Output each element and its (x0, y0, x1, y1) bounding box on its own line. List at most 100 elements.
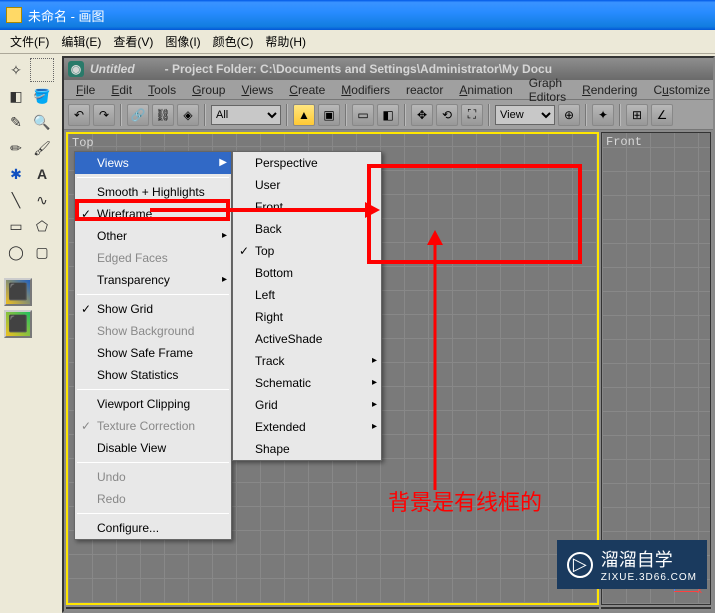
cm-edged: Edged Faces (75, 247, 231, 269)
inner-titlebar: ◉ Untitled - Project Folder: C:\Document… (64, 58, 713, 80)
cm-undo: Undo (75, 466, 231, 488)
vp-top-label: Top (72, 136, 94, 150)
cm-smooth[interactable]: Smooth + Highlights (75, 181, 231, 203)
fill-icon[interactable]: 🪣 (30, 84, 54, 108)
cm-wireframe[interactable]: ✓Wireframe (75, 203, 231, 225)
sm-shape[interactable]: Shape (233, 438, 381, 460)
m-group[interactable]: Group (184, 83, 233, 97)
pivot-icon[interactable]: ⊕ (558, 104, 580, 126)
bind-icon[interactable]: ◈ (177, 104, 199, 126)
sm-bottom[interactable]: Bottom (233, 262, 381, 284)
m-graph[interactable]: Graph Editors (521, 76, 574, 104)
rotate-icon[interactable]: ⟲ (436, 104, 458, 126)
menu-file[interactable]: 文件(F) (4, 31, 55, 52)
m-file[interactable]: File (68, 83, 103, 97)
refcoord-dropdown[interactable]: View (495, 105, 555, 125)
cm-configure[interactable]: Configure... (75, 517, 231, 539)
brush-icon[interactable]: 🖌 (30, 136, 54, 160)
sm-perspective[interactable]: Perspective (233, 152, 381, 174)
picker-icon[interactable]: ✎ (4, 110, 28, 134)
fill-opt2-icon[interactable]: ⬛ (4, 310, 32, 338)
sm-front[interactable]: Front (233, 196, 381, 218)
m-reactor[interactable]: reactor (398, 83, 451, 97)
sm-left[interactable]: Left (233, 284, 381, 306)
select-icon[interactable]: ▲ (293, 104, 315, 126)
menu-color[interactable]: 颜色(C) (207, 31, 260, 52)
rect-icon[interactable]: ▭ (4, 214, 28, 238)
link-icon[interactable]: 🔗 (127, 104, 149, 126)
sm-activeshade[interactable]: ActiveShade (233, 328, 381, 350)
freeform-select-icon[interactable]: ✧ (4, 58, 28, 82)
pencil-icon[interactable]: ✏ (4, 136, 28, 160)
rect-select-icon[interactable] (30, 58, 54, 82)
select-rect-icon[interactable]: ▭ (352, 104, 374, 126)
viewport-context-menu: Views▶ Smooth + Highlights ✓Wireframe Ot… (74, 151, 232, 540)
cm-disable[interactable]: Disable View (75, 437, 231, 459)
paint-toolbar: ✧ ◧ 🪣 ✎ 🔍 ✏ 🖌 ✱ A ╲ ∿ ▭ ⬠ ◯ ▢ ⬛ ⬛ (2, 56, 58, 340)
select-name-icon[interactable]: ▣ (318, 104, 340, 126)
cm-views[interactable]: Views▶ (75, 152, 231, 174)
sm-right[interactable]: Right (233, 306, 381, 328)
sm-grid[interactable]: Grid▸ (233, 394, 381, 416)
viewport-front[interactable]: Front zx (601, 132, 711, 605)
roundrect-icon[interactable]: ▢ (30, 240, 54, 264)
redo-icon[interactable]: ↷ (93, 104, 115, 126)
m-create[interactable]: Create (281, 83, 333, 97)
text-icon[interactable]: A (30, 162, 54, 186)
cm-stats[interactable]: Show Statistics (75, 364, 231, 386)
play-icon: ▷ (567, 552, 593, 578)
sm-schematic[interactable]: Schematic▸ (233, 372, 381, 394)
manip-icon[interactable]: ✦ (592, 104, 614, 126)
viewport-perspective[interactable]: Perspective (601, 607, 711, 609)
eraser-icon[interactable]: ◧ (4, 84, 28, 108)
cm-showgrid[interactable]: ✓Show Grid (75, 298, 231, 320)
outer-titlebar: 未命名 - 画图 (0, 0, 715, 30)
sm-top[interactable]: ✓Top (233, 240, 381, 262)
paint-icon (6, 7, 22, 23)
menu-image[interactable]: 图像(I) (159, 31, 206, 52)
spray-icon[interactable]: ✱ (4, 162, 28, 186)
inner-toolbar: ↶ ↷ 🔗 ⛓ ◈ All ▲ ▣ ▭ ◧ ✥ ⟲ ⛶ View ⊕ ✦ ⊞ ∠ (64, 100, 713, 130)
outer-menubar[interactable]: 文件(F) 编辑(E) 查看(V) 图像(I) 颜色(C) 帮助(H) (0, 30, 715, 54)
snap-icon[interactable]: ⊞ (626, 104, 648, 126)
cm-other[interactable]: Other▸ (75, 225, 231, 247)
sm-extended[interactable]: Extended▸ (233, 416, 381, 438)
cm-redo: Redo (75, 488, 231, 510)
menu-view[interactable]: 查看(V) (107, 31, 159, 52)
line-icon[interactable]: ╲ (4, 188, 28, 212)
m-views[interactable]: Views (233, 83, 281, 97)
m-customize[interactable]: Customize (645, 83, 715, 97)
scale-icon[interactable]: ⛶ (461, 104, 483, 126)
cm-safeframe[interactable]: Show Safe Frame (75, 342, 231, 364)
m-tools[interactable]: Tools (140, 83, 184, 97)
sm-user[interactable]: User (233, 174, 381, 196)
curve-icon[interactable]: ∿ (30, 188, 54, 212)
inner-menubar[interactable]: File Edit Tools Group Views Create Modif… (64, 80, 713, 100)
m-edit[interactable]: Edit (103, 83, 140, 97)
sm-back[interactable]: Back (233, 218, 381, 240)
angle-snap-icon[interactable]: ∠ (651, 104, 673, 126)
menu-edit[interactable]: 编辑(E) (55, 31, 107, 52)
cm-showbg: Show Background (75, 320, 231, 342)
watermark-url: ZIXUE.3D66.COM (601, 572, 697, 583)
outer-title: 未命名 - 画图 (28, 6, 105, 25)
window-cross-icon[interactable]: ◧ (377, 104, 399, 126)
menu-help[interactable]: 帮助(H) (259, 31, 312, 52)
cm-transparency[interactable]: Transparency▸ (75, 269, 231, 291)
m-rendering[interactable]: Rendering (574, 83, 645, 97)
cm-clipping[interactable]: Viewport Clipping (75, 393, 231, 415)
views-submenu: Perspective User Front Back ✓Top Bottom … (232, 151, 382, 461)
zoom-icon[interactable]: 🔍 (30, 110, 54, 134)
unlink-icon[interactable]: ⛓ (152, 104, 174, 126)
filter-dropdown[interactable]: All (211, 105, 281, 125)
watermark: ▷ 溜溜自学 ZIXUE.3D66.COM (557, 540, 707, 589)
sm-track[interactable]: Track▸ (233, 350, 381, 372)
fill-opt1-icon[interactable]: ⬛ (4, 278, 32, 306)
m-animation[interactable]: Animation (451, 83, 520, 97)
m-modifiers[interactable]: Modifiers (333, 83, 398, 97)
polygon-icon[interactable]: ⬠ (30, 214, 54, 238)
ellipse-icon[interactable]: ◯ (4, 240, 28, 264)
move-icon[interactable]: ✥ (411, 104, 433, 126)
undo-icon[interactable]: ↶ (68, 104, 90, 126)
viewport-left[interactable]: L (66, 607, 599, 609)
